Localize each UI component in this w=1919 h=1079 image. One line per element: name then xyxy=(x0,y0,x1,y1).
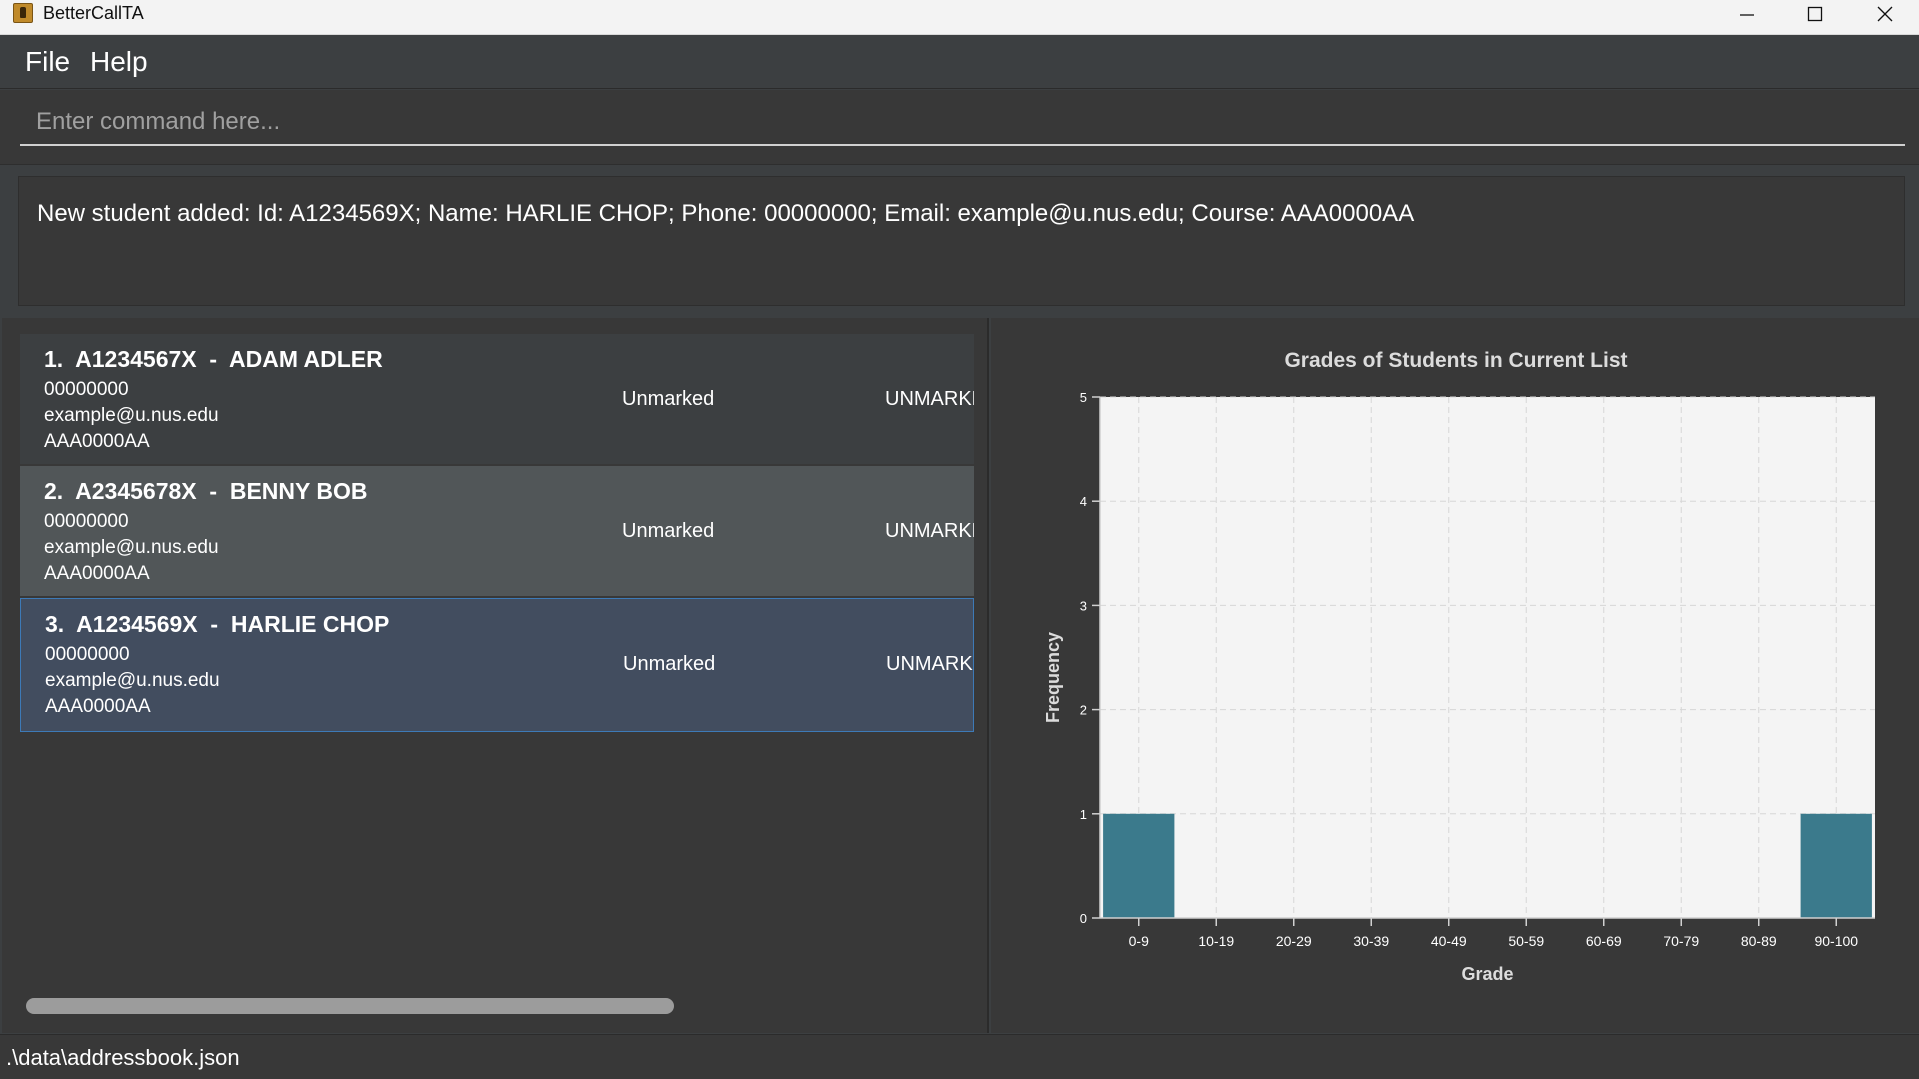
student-name: HARLIE CHOP xyxy=(230,611,390,637)
student-email: example@u.nus.edu xyxy=(45,670,220,691)
save-location: .\data\addressbook.json xyxy=(6,1045,240,1070)
y-tick-label: 3 xyxy=(1080,598,1087,613)
grade-chart-panel: 0 1 2 3 4 5 0-9 10-19 20-29 30-39 40-49 50-59 60-69 7… xyxy=(991,318,1919,1033)
student-phone: 00000000 xyxy=(44,511,129,532)
student-email: example@u.nus.edu xyxy=(44,405,219,426)
result-display: New student added: Id: A1234569X; Name: … xyxy=(18,176,1905,306)
minimize-icon xyxy=(1740,14,1754,16)
x-tick-label: 80-89 xyxy=(1741,933,1777,949)
maximize-icon xyxy=(1807,6,1823,22)
student-attendance: UNMARKE xyxy=(886,653,973,675)
student-index: 1. xyxy=(44,346,64,372)
x-tick-label: 10-19 xyxy=(1198,933,1234,949)
student-status: Unmarked xyxy=(622,388,715,410)
menu-bar: File Help xyxy=(0,35,1919,89)
student-index: 3. xyxy=(45,611,65,637)
y-tick-label: 5 xyxy=(1080,390,1087,405)
x-axis-title: Grade xyxy=(1461,964,1513,984)
student-title: 1. A1234567X - ADAM ADLER xyxy=(44,346,383,372)
x-tick-label: 60-69 xyxy=(1586,933,1622,949)
title-bar: BetterCallTA xyxy=(0,0,1919,35)
student-course: AAA0000AA xyxy=(44,563,150,584)
x-tick-label: 20-29 xyxy=(1276,933,1312,949)
student-index: 2. xyxy=(44,478,64,504)
student-id: A1234569X xyxy=(76,611,198,637)
y-tick-label: 4 xyxy=(1080,494,1087,509)
y-tick-label: 0 xyxy=(1080,911,1087,926)
x-tick-label: 90-100 xyxy=(1814,933,1858,949)
student-id: A1234567X xyxy=(75,346,197,372)
app-icon xyxy=(13,3,33,23)
close-icon xyxy=(1877,6,1893,22)
x-tick-label: 0-9 xyxy=(1129,933,1149,949)
student-phone: 00000000 xyxy=(45,644,130,665)
y-tick-label: 1 xyxy=(1080,807,1087,822)
y-axis-title: Frequency xyxy=(1043,632,1063,723)
student-title: 2. A2345678X - BENNY BOB xyxy=(44,478,368,504)
student-name: BENNY BOB xyxy=(229,478,368,504)
command-box xyxy=(0,90,1919,165)
close-button[interactable] xyxy=(1851,0,1919,28)
x-tick-label: 50-59 xyxy=(1508,933,1544,949)
student-title: 3. A1234569X - HARLIE CHOP xyxy=(45,611,390,637)
horizontal-scrollbar[interactable] xyxy=(26,998,674,1014)
grade-chart: 0 1 2 3 4 5 0-9 10-19 20-29 30-39 40-49 50-59 60-69 7… xyxy=(1043,349,1875,984)
app-window: BetterCallTA File Help New student added… xyxy=(0,0,1919,1079)
student-course: AAA0000AA xyxy=(45,696,151,717)
student-email: example@u.nus.edu xyxy=(44,537,219,558)
student-status: Unmarked xyxy=(622,520,715,542)
menu-help[interactable]: Help xyxy=(90,45,148,79)
student-name: ADAM ADLER xyxy=(229,346,383,372)
x-tick-label: 30-39 xyxy=(1353,933,1389,949)
y-tick-label: 2 xyxy=(1080,703,1087,718)
student-list: 1. A1234567X - ADAM ADLER 00000000 examp… xyxy=(2,318,989,1033)
student-card[interactable]: 1. A1234567X - ADAM ADLER 00000000 examp… xyxy=(20,334,974,464)
minimize-button[interactable] xyxy=(1713,0,1781,28)
student-attendance: UNMARKE xyxy=(885,520,974,542)
x-tick-label: 40-49 xyxy=(1431,933,1467,949)
maximize-button[interactable] xyxy=(1781,0,1849,28)
student-card[interactable]: 2. A2345678X - BENNY BOB 00000000 exampl… xyxy=(20,466,974,596)
histogram-bar xyxy=(1800,813,1872,918)
menu-file[interactable]: File xyxy=(25,45,70,79)
result-display-container: New student added: Id: A1234569X; Name: … xyxy=(0,166,1919,309)
chart-title: Grades of Students in Current List xyxy=(1284,349,1627,372)
command-input[interactable] xyxy=(20,100,1905,146)
status-bar: .\data\addressbook.json xyxy=(0,1034,1919,1079)
student-phone: 00000000 xyxy=(44,379,129,400)
x-tick-label: 70-79 xyxy=(1663,933,1699,949)
student-card-selected[interactable]: 3. A1234569X - HARLIE CHOP 00000000 exam… xyxy=(20,598,974,732)
student-id: A2345678X xyxy=(75,478,197,504)
histogram-bar xyxy=(1103,813,1175,918)
window-title: BetterCallTA xyxy=(43,3,144,23)
student-status: Unmarked xyxy=(623,653,716,675)
student-course: AAA0000AA xyxy=(44,431,150,452)
student-attendance: UNMARKE xyxy=(885,388,974,410)
